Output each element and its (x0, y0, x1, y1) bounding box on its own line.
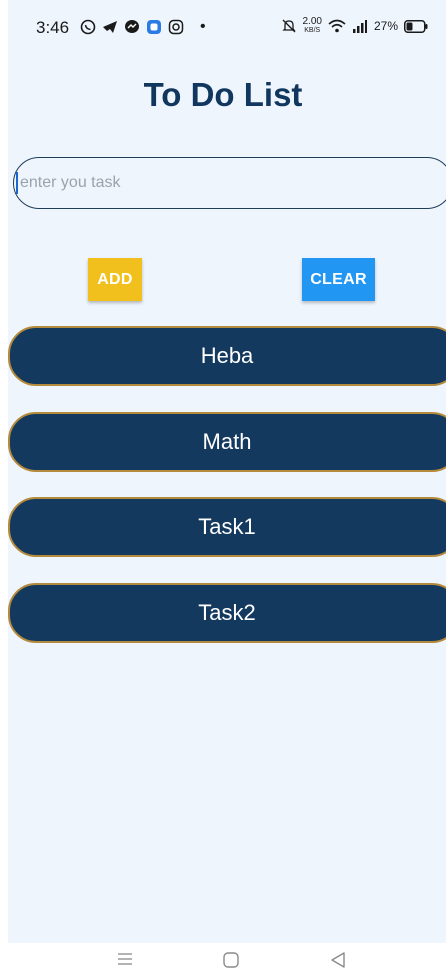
telegram-icon (103, 21, 117, 33)
add-button[interactable]: ADD (88, 258, 142, 301)
network-speed-value: 2.00 (302, 16, 322, 27)
task-item[interactable]: Task2 (8, 583, 446, 643)
status-bar: 3:46 • 2.00 KB/S 27% (0, 0, 446, 56)
phone-screen: 3:46 • 2.00 KB/S 27% To Do List enter yo… (0, 0, 446, 978)
navigation-bar (0, 943, 446, 978)
clear-button[interactable]: CLEAR (302, 258, 375, 301)
task-item[interactable]: Heba (8, 326, 446, 386)
back-icon[interactable] (330, 951, 346, 969)
mute-icon (281, 19, 296, 33)
task-input[interactable] (13, 157, 446, 209)
task-item[interactable]: Task1 (8, 497, 446, 557)
network-speed-unit: KB/S (304, 27, 321, 34)
home-icon[interactable] (222, 951, 240, 969)
messenger-icon (125, 20, 139, 33)
battery-percentage: 27% (373, 19, 398, 33)
notification-icons: • (80, 18, 206, 36)
app-icon (147, 20, 161, 34)
battery-icon (404, 19, 428, 33)
network-speed: 2.00 KB/S (303, 17, 322, 35)
instagram-icon (168, 19, 184, 35)
status-time: 3:46 (36, 18, 70, 37)
signal-icon (352, 20, 367, 33)
text-cursor (16, 172, 18, 194)
task-item[interactable]: Math (8, 412, 446, 472)
whatsapp-icon (80, 19, 96, 35)
more-notifications-dot: • (200, 18, 206, 35)
menu-icon[interactable] (117, 951, 133, 967)
page-title: To Do List (143, 76, 303, 113)
wifi-icon (328, 19, 346, 33)
system-indicators: 2.00 KB/S 27% (281, 17, 429, 35)
